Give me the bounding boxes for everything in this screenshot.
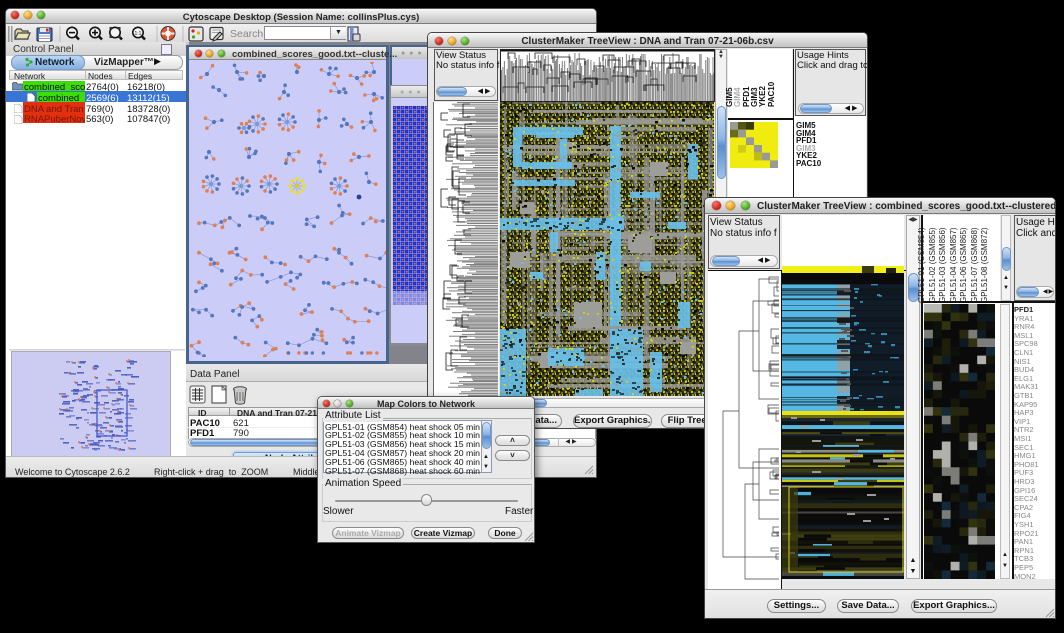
svg-text:1:1: 1:1 xyxy=(135,31,142,37)
